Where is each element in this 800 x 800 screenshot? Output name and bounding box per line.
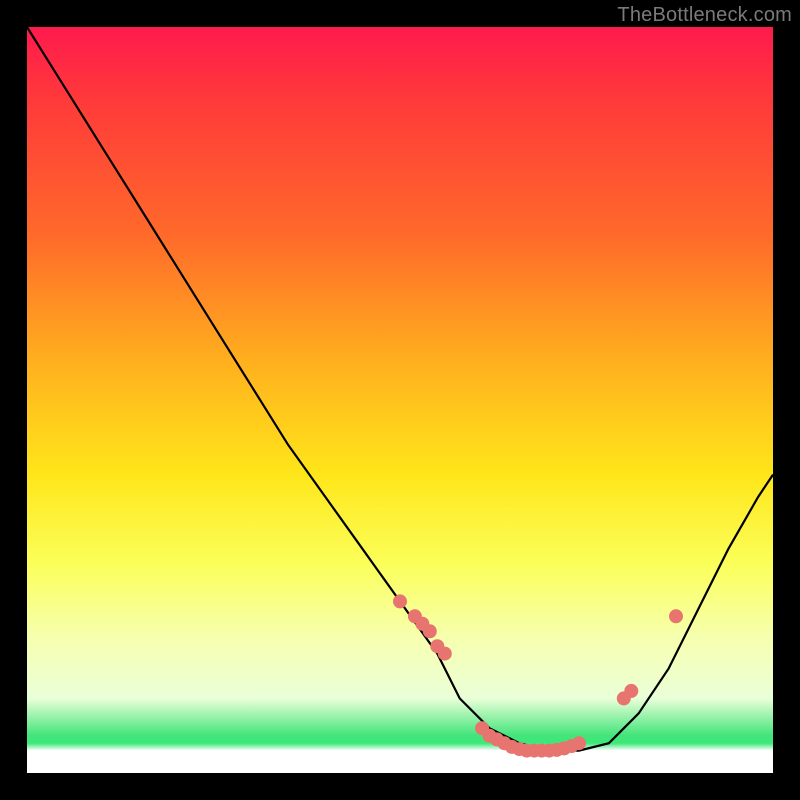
- scatter-dot: [624, 684, 638, 698]
- scatter-dot: [423, 624, 437, 638]
- scatter-dot: [393, 594, 407, 608]
- bottleneck-curve: [27, 27, 773, 751]
- scatter-dot: [572, 736, 586, 750]
- chart-frame: TheBottleneck.com: [0, 0, 800, 800]
- scatter-dot: [669, 609, 683, 623]
- scatter-dots: [393, 594, 683, 757]
- scatter-dot: [438, 647, 452, 661]
- curve-layer: [27, 27, 773, 751]
- watermark-text: TheBottleneck.com: [617, 4, 792, 27]
- chart-svg: [27, 27, 773, 773]
